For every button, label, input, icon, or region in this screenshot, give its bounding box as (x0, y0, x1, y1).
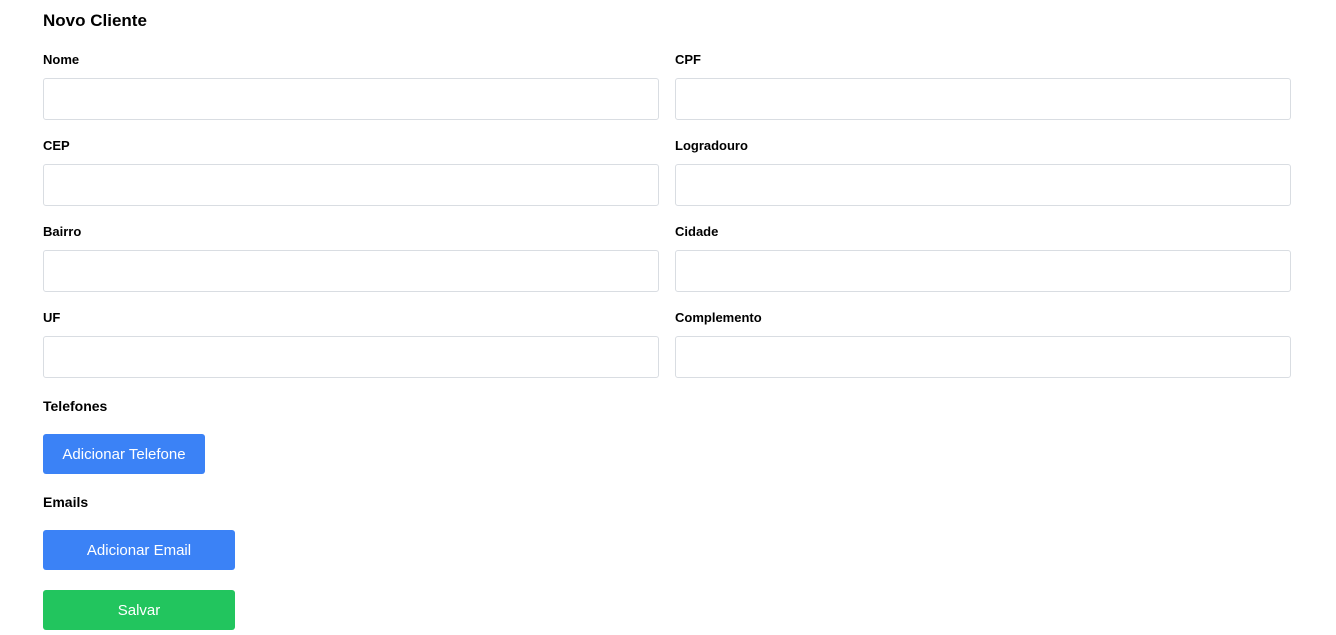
new-client-page: Novo Cliente Nome CPF CEP Logradouro Bai… (0, 0, 1336, 635)
cep-input[interactable] (43, 164, 659, 206)
cidade-label: Cidade (675, 224, 719, 239)
uf-input[interactable] (43, 336, 659, 378)
add-telefone-button[interactable]: Adicionar Telefone (43, 434, 205, 474)
save-button[interactable]: Salvar (43, 590, 235, 630)
nome-field-group: Nome (43, 52, 659, 120)
complemento-input[interactable] (675, 336, 1291, 378)
cep-label: CEP (43, 138, 70, 153)
telefones-section-title: Telefones (43, 398, 108, 414)
bairro-label: Bairro (43, 224, 82, 239)
complemento-field-group: Complemento (675, 310, 1291, 378)
cidade-input[interactable] (675, 250, 1291, 292)
add-email-button[interactable]: Adicionar Email (43, 530, 235, 570)
cep-field-group: CEP (43, 138, 659, 206)
bairro-field-group: Bairro (43, 224, 659, 292)
cpf-field-group: CPF (675, 52, 1291, 120)
logradouro-label: Logradouro (675, 138, 748, 153)
logradouro-field-group: Logradouro (675, 138, 1291, 206)
page-title: Novo Cliente (43, 11, 147, 30)
cidade-field-group: Cidade (675, 224, 1291, 292)
nome-label: Nome (43, 52, 80, 67)
uf-label: UF (43, 310, 61, 325)
cpf-input[interactable] (675, 78, 1291, 120)
uf-field-group: UF (43, 310, 659, 378)
emails-section-title: Emails (43, 494, 89, 510)
logradouro-input[interactable] (675, 164, 1291, 206)
complemento-label: Complemento (675, 310, 762, 325)
nome-input[interactable] (43, 78, 659, 120)
bairro-input[interactable] (43, 250, 659, 292)
cpf-label: CPF (675, 52, 701, 67)
